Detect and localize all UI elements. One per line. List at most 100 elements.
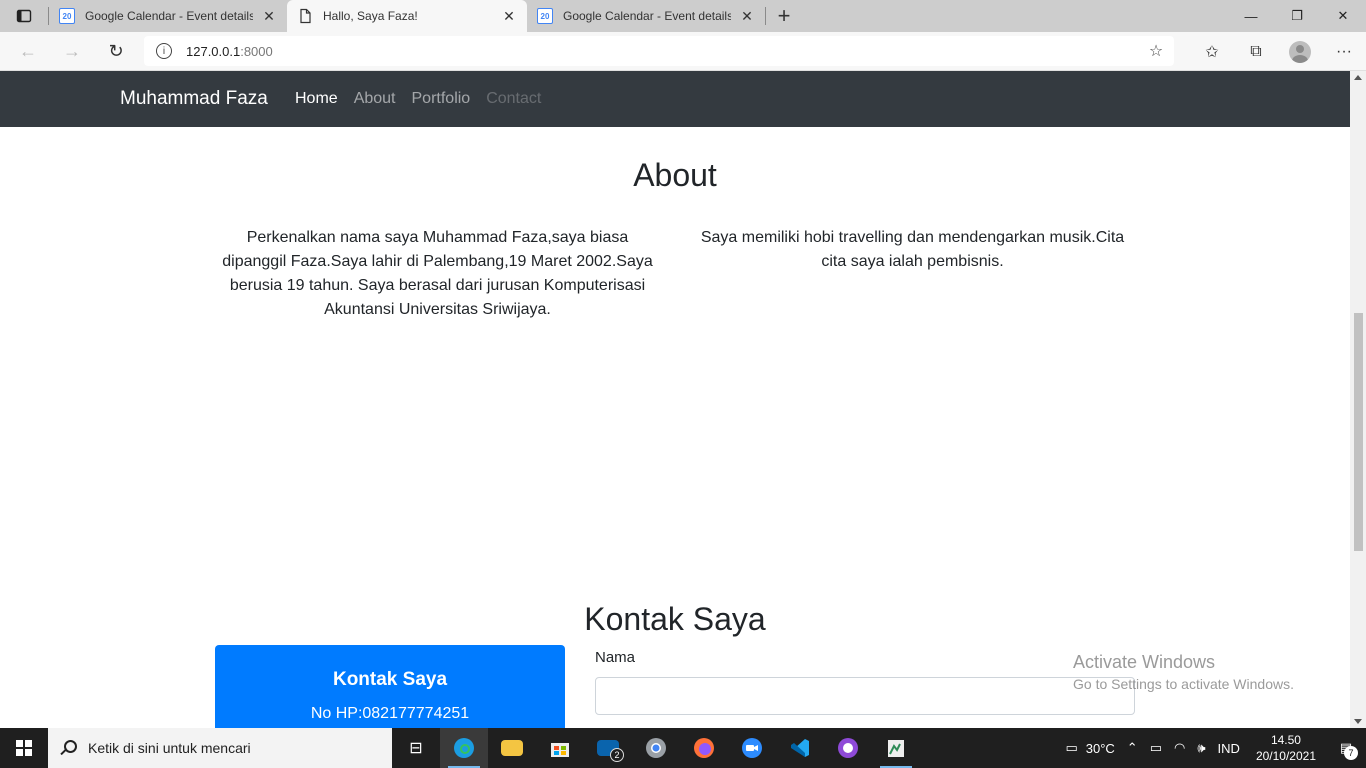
tab-close-icon[interactable]: ✕ <box>501 8 517 24</box>
tab-strip: 20 Google Calendar - Event details ✕ Hal… <box>0 0 1366 32</box>
volume-icon[interactable]: 🕪 <box>1191 728 1211 768</box>
mail-badge: 2 <box>610 748 624 762</box>
contact-heading: Kontak Saya <box>584 601 766 637</box>
nav-link-about[interactable]: About <box>354 90 396 108</box>
notification-count: 7 <box>1344 746 1358 760</box>
refresh-icon: ↻ <box>108 40 124 61</box>
chrome-icon <box>646 738 666 758</box>
sublime-app[interactable] <box>872 728 920 768</box>
nav-link-home[interactable]: Home <box>295 90 338 108</box>
task-view-button[interactable]: ⊟ <box>392 728 440 768</box>
nav-link-contact[interactable]: Contact <box>486 90 541 108</box>
clock[interactable]: 14.50 20/10/2021 <box>1246 732 1326 764</box>
vscode-app[interactable] <box>776 728 824 768</box>
notepad-icon <box>888 740 904 757</box>
navbar-brand[interactable]: Muhammad Faza <box>120 88 268 110</box>
minimize-button[interactable]: — <box>1228 0 1274 32</box>
close-window-button[interactable]: ✕ <box>1320 0 1366 32</box>
weather-icon: ▭ <box>1065 740 1078 755</box>
nav-links: Home About Portfolio Contact <box>295 90 541 108</box>
github-icon <box>838 738 858 758</box>
nav-link-portfolio[interactable]: Portfolio <box>412 90 471 108</box>
taskbar-search[interactable]: Ketik di sini untuk mencari <box>48 728 392 768</box>
task-view-icon: ⊟ <box>409 740 423 757</box>
system-tray: ▭ 30°C ⌃ ▭ ◠ 🕪 IND 14.50 20/10/2021 ▤ 7 <box>1059 728 1366 768</box>
close-icon: ✕ <box>1337 8 1349 23</box>
search-icon <box>60 740 77 756</box>
clock-date: 20/10/2021 <box>1255 749 1316 763</box>
tab-close-icon[interactable]: ✕ <box>261 8 277 24</box>
file-explorer-app[interactable] <box>488 728 536 768</box>
about-heading: About <box>633 157 717 193</box>
tab-title: Google Calendar - Event details <box>563 9 731 23</box>
tab-actions-button[interactable] <box>0 0 48 32</box>
scroll-up-icon[interactable] <box>1354 75 1362 80</box>
collections-button[interactable]: ⧉ <box>1234 32 1278 71</box>
tab-hallo-saya-faza[interactable]: Hallo, Saya Faza! ✕ <box>287 0 527 32</box>
profile-button[interactable] <box>1278 32 1322 71</box>
page-viewport: Muhammad Faza Home About Portfolio Conta… <box>0 71 1350 728</box>
edge-app[interactable] <box>440 728 488 768</box>
back-button[interactable]: ← <box>6 35 50 67</box>
weather-widget[interactable]: ▭ 30°C <box>1059 728 1120 768</box>
start-button[interactable] <box>0 728 48 768</box>
site-info-icon[interactable]: i <box>156 43 172 59</box>
store-app[interactable] <box>536 728 584 768</box>
more-icon: ··· <box>1336 42 1352 60</box>
github-desktop-app[interactable] <box>824 728 872 768</box>
name-input[interactable] <box>595 677 1135 715</box>
battery-icon[interactable]: ▭ <box>1144 728 1168 768</box>
settings-menu-button[interactable]: ··· <box>1322 32 1366 71</box>
about-hobby-text: Saya memiliki hobi travelling dan menden… <box>700 229 1125 270</box>
language-indicator[interactable]: IND <box>1212 728 1246 768</box>
zoom-icon <box>742 738 762 758</box>
scrollbar-thumb[interactable] <box>1354 313 1363 551</box>
forward-button[interactable]: → <box>50 35 94 67</box>
contact-card-title: Kontak Saya <box>332 669 448 690</box>
name-label: Nama <box>595 649 636 666</box>
favorites-icon: ✩ <box>1205 43 1219 61</box>
tab-title: Google Calendar - Event details <box>85 9 253 23</box>
avatar <box>1289 40 1311 63</box>
tab-google-calendar-1[interactable]: 20 Google Calendar - Event details ✕ <box>49 0 287 32</box>
google-calendar-icon: 20 <box>59 8 75 24</box>
tab-title: Hallo, Saya Faza! <box>323 9 418 23</box>
chrome-app[interactable] <box>632 728 680 768</box>
zoom-app[interactable] <box>728 728 776 768</box>
collections-icon: ⧉ <box>1250 42 1262 60</box>
browser-toolbar: ← → ↻ i 127.0.0.1:8000 ☆ ✩ ⧉ ··· <box>0 32 1366 71</box>
weather-temp: 30°C <box>1085 740 1115 756</box>
watermark-title: Activate Windows <box>1073 652 1216 672</box>
windows-logo-icon <box>16 740 32 756</box>
favorites-button[interactable]: ✩ <box>1190 32 1234 71</box>
about-intro-text: Perkenalkan nama saya Muhammad Faza,saya… <box>222 229 653 318</box>
tab-close-icon[interactable]: ✕ <box>739 8 755 24</box>
clock-time: 14.50 <box>1270 733 1301 747</box>
chevron-up-icon: ⌃ <box>1126 740 1138 755</box>
toolbar-right: ✩ ⧉ ··· <box>1190 32 1366 71</box>
refresh-button[interactable]: ↻ <box>94 35 138 67</box>
contact-card: Kontak Saya No HP:082177774251 <box>215 645 565 728</box>
activate-windows-watermark: Activate Windows Go to Settings to activ… <box>1073 652 1294 692</box>
site-navbar: Muhammad Faza Home About Portfolio Conta… <box>0 71 1350 127</box>
notification-center-button[interactable]: ▤ 7 <box>1326 728 1366 768</box>
window-controls: — ❐ ✕ <box>1228 0 1366 32</box>
scroll-down-icon[interactable] <box>1354 719 1362 724</box>
new-tab-button[interactable]: + <box>766 0 802 32</box>
tab-google-calendar-2[interactable]: 20 Google Calendar - Event details ✕ <box>527 0 765 32</box>
restore-button[interactable]: ❐ <box>1274 0 1320 32</box>
url-host: 127.0.0.1 <box>186 43 241 59</box>
google-calendar-icon: 20 <box>537 8 553 24</box>
arrow-right-icon: → <box>63 40 81 61</box>
firefox-app[interactable] <box>680 728 728 768</box>
search-placeholder: Ketik di sini untuk mencari <box>88 740 251 756</box>
mail-app[interactable]: 2 <box>584 728 632 768</box>
arrow-left-icon: ← <box>19 40 37 61</box>
firefox-icon <box>694 738 714 758</box>
tray-overflow-button[interactable]: ⌃ <box>1121 728 1144 768</box>
address-bar[interactable]: i 127.0.0.1:8000 ☆ <box>144 36 1174 66</box>
network-icon[interactable]: ◠ <box>1168 728 1191 768</box>
page-scrollbar[interactable] <box>1350 71 1366 728</box>
taskbar: Ketik di sini untuk mencari ⊟ 2 ▭ 30°C ⌃ … <box>0 728 1366 768</box>
add-favorite-icon[interactable]: ☆ <box>1146 41 1166 61</box>
